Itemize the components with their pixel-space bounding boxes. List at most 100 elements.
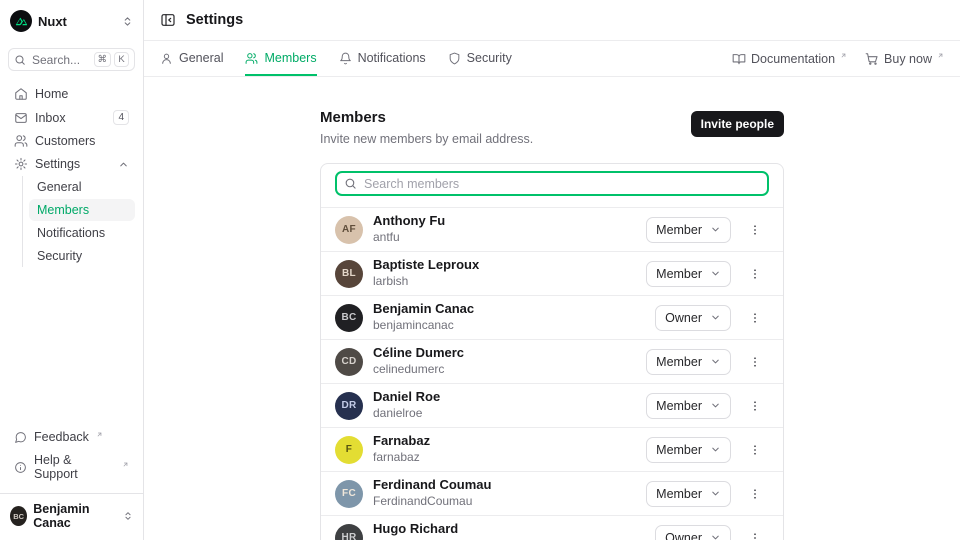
- row-menu-button[interactable]: [746, 529, 764, 540]
- role-value: Owner: [665, 311, 702, 325]
- header-links: Documentation Buy now: [732, 41, 944, 76]
- section-title: Members: [320, 109, 533, 126]
- external-link-icon: [840, 52, 847, 59]
- tab-members[interactable]: Members: [245, 41, 316, 76]
- role-select[interactable]: Member: [646, 437, 731, 463]
- member-username: larbish: [373, 275, 479, 289]
- tab-bar: General Members Notifications Security: [144, 41, 960, 77]
- sidebar-search[interactable]: Search... ⌘ K: [8, 48, 135, 71]
- sidebar-item-feedback[interactable]: Feedback: [8, 426, 135, 448]
- role-value: Member: [656, 487, 702, 501]
- member-identity: Céline Dumerc celinedumerc: [373, 346, 464, 377]
- row-menu-button[interactable]: [746, 485, 764, 503]
- sidebar: Nuxt Search... ⌘ K Home: [0, 0, 144, 540]
- sidebar-item-label: Feedback: [34, 430, 89, 444]
- settings-subnav: General Members Notifications Security: [22, 176, 135, 267]
- workspace-switcher[interactable]: Nuxt: [8, 9, 135, 33]
- chevron-down-icon: [710, 400, 721, 411]
- member-controls: Member: [646, 217, 764, 243]
- external-link-icon: [96, 431, 103, 438]
- member-username: farnabaz: [373, 451, 430, 465]
- members-search-input[interactable]: [364, 177, 760, 191]
- chevron-up-icon: [118, 159, 129, 170]
- avatar: AF: [335, 216, 363, 244]
- chevron-down-icon: [710, 268, 721, 279]
- bell-icon: [339, 52, 352, 65]
- buy-now-link[interactable]: Buy now: [865, 52, 944, 66]
- ellipsis-vertical-icon: [748, 223, 762, 237]
- sidebar-item-security[interactable]: Security: [29, 245, 135, 267]
- link-label: Documentation: [751, 52, 835, 66]
- content-area: Members Invite new members by email addr…: [144, 77, 960, 540]
- user-menu[interactable]: BC Benjamin Canac: [0, 493, 143, 536]
- member-username: danielroe: [373, 407, 440, 421]
- avatar: BC: [335, 304, 363, 332]
- sidebar-item-customers[interactable]: Customers: [8, 130, 135, 152]
- avatar: FC: [335, 480, 363, 508]
- row-menu-button[interactable]: [746, 221, 764, 239]
- sidebar-footer: Feedback Help & Support BC Benjamin Cana…: [8, 426, 135, 536]
- sidebar-item-settings[interactable]: Settings: [8, 153, 135, 175]
- avatar: HR: [335, 524, 363, 540]
- role-select[interactable]: Member: [646, 349, 731, 375]
- section-header: Members Invite new members by email addr…: [320, 109, 784, 146]
- member-identity: Hugo Richard hugorcd: [373, 522, 458, 540]
- member-username: celinedumerc: [373, 363, 464, 377]
- chevron-down-icon: [710, 224, 721, 235]
- role-select[interactable]: Member: [646, 217, 731, 243]
- row-menu-button[interactable]: [746, 265, 764, 283]
- role-select[interactable]: Member: [646, 261, 731, 287]
- info-circle-icon: [14, 461, 27, 474]
- workspace-name: Nuxt: [38, 14, 67, 29]
- tab-notifications[interactable]: Notifications: [339, 41, 426, 76]
- member-username: FerdinandCoumau: [373, 495, 491, 509]
- sidebar-item-help-support[interactable]: Help & Support: [8, 449, 135, 485]
- row-menu-button[interactable]: [746, 397, 764, 415]
- tab-general[interactable]: General: [160, 41, 223, 76]
- gear-icon: [14, 157, 28, 171]
- member-row: HR Hugo Richard hugorcd Owner: [321, 515, 783, 540]
- role-select[interactable]: Owner: [655, 525, 731, 540]
- tab-label: Members: [264, 51, 316, 65]
- member-controls: Member: [646, 437, 764, 463]
- tab-security[interactable]: Security: [448, 41, 512, 76]
- documentation-link[interactable]: Documentation: [732, 52, 847, 66]
- role-select[interactable]: Owner: [655, 305, 731, 331]
- kbd-cmd: ⌘: [94, 52, 112, 67]
- members-card: AF Anthony Fu antfu Member BL Baptiste L…: [320, 163, 784, 540]
- collapse-sidebar-icon[interactable]: [160, 12, 176, 28]
- role-select[interactable]: Member: [646, 393, 731, 419]
- member-username: antfu: [373, 231, 445, 245]
- members-list: AF Anthony Fu antfu Member BL Baptiste L…: [321, 207, 783, 540]
- role-value: Member: [656, 443, 702, 457]
- ellipsis-vertical-icon: [748, 311, 762, 325]
- chevron-down-icon: [710, 444, 721, 455]
- sidebar-item-members[interactable]: Members: [29, 199, 135, 221]
- sidebar-item-inbox[interactable]: Inbox 4: [8, 106, 135, 129]
- sidebar-item-home[interactable]: Home: [8, 83, 135, 105]
- member-name: Céline Dumerc: [373, 346, 464, 361]
- nuxt-logo-icon: [10, 10, 32, 32]
- ellipsis-vertical-icon: [748, 487, 762, 501]
- row-menu-button[interactable]: [746, 309, 764, 327]
- row-menu-button[interactable]: [746, 441, 764, 459]
- sidebar-item-notifications[interactable]: Notifications: [29, 222, 135, 244]
- invite-people-button[interactable]: Invite people: [691, 111, 784, 137]
- member-name: Ferdinand Coumau: [373, 478, 491, 493]
- member-name: Benjamin Canac: [373, 302, 474, 317]
- tab-label: General: [179, 51, 223, 65]
- main-panel: Settings General Members Notifications: [144, 0, 960, 540]
- member-name: Baptiste Leproux: [373, 258, 479, 273]
- chat-bubble-icon: [14, 431, 27, 444]
- search-icon: [344, 177, 357, 190]
- avatar: BL: [335, 260, 363, 288]
- shortcut-keys: ⌘ K: [94, 52, 130, 67]
- members-search-row: [321, 164, 783, 207]
- sidebar-nav: Home Inbox 4 Customers Settings: [8, 83, 135, 267]
- row-menu-button[interactable]: [746, 353, 764, 371]
- member-controls: Member: [646, 261, 764, 287]
- avatar: BC: [10, 506, 27, 526]
- sidebar-item-general[interactable]: General: [29, 176, 135, 198]
- sidebar-item-label: Settings: [35, 157, 80, 171]
- role-select[interactable]: Member: [646, 481, 731, 507]
